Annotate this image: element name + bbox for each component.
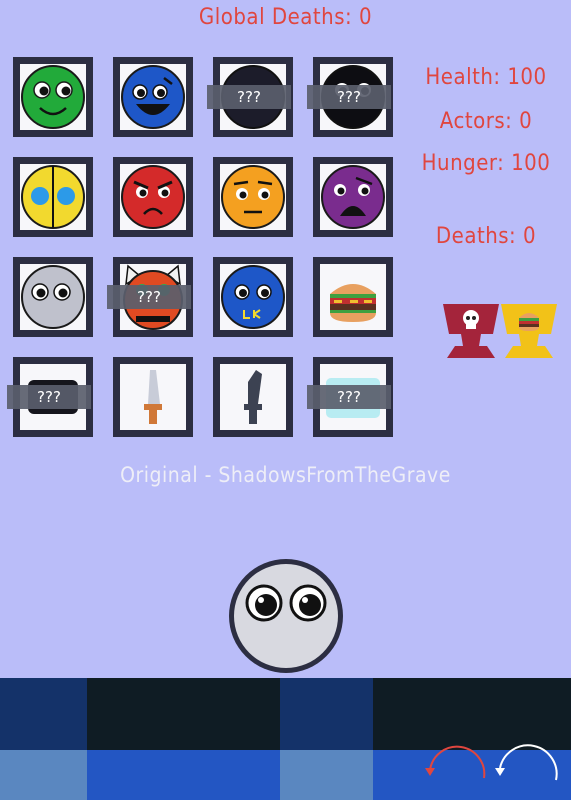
burger-trophy-icon <box>501 304 557 358</box>
locked-label: ??? <box>7 385 91 409</box>
rotate-left-icon[interactable] <box>420 738 486 800</box>
grid-cell-dark-knife-item[interactable] <box>213 357 293 437</box>
blue-grumpy-face-icon <box>221 265 285 329</box>
grid-cell-blue-grumpy-actor[interactable] <box>213 257 293 337</box>
grid-cell-orange-worried-actor[interactable] <box>213 157 293 237</box>
global-deaths-counter: Global Deaths: 0 <box>198 5 373 30</box>
locked-label: ??? <box>107 285 191 309</box>
grid-cell-green-smiley-actor[interactable] <box>13 57 93 137</box>
grid-cell-black-item[interactable]: ??? <box>7 357 93 437</box>
credit-text: Original - ShadowsFromTheGrave <box>120 463 451 487</box>
gray-face-icon <box>21 265 85 329</box>
grid-cell-yellow-actor[interactable] <box>13 157 93 237</box>
grid-cell-black-actor[interactable]: ??? <box>307 57 393 137</box>
grid-cell-red-angry-actor[interactable] <box>113 157 193 237</box>
burger-icon <box>330 284 376 322</box>
hunger-stat: Hunger: 100 <box>421 151 551 176</box>
floor-tile <box>280 750 373 800</box>
dark-knife-icon <box>244 370 262 424</box>
grid-cell-blue-grinning-actor[interactable] <box>113 57 193 137</box>
grid-cell-gray-actor[interactable] <box>13 257 93 337</box>
health-stat: Health: 100 <box>425 65 547 90</box>
actors-stat: Actors: 0 <box>439 109 533 134</box>
grid-cell-horned-red-actor[interactable]: ??? <box>107 257 193 337</box>
grid-cell-knife-item[interactable] <box>113 357 193 437</box>
floor-tile <box>280 678 373 750</box>
deaths-stat: Deaths: 0 <box>435 224 537 249</box>
green-smiley-face-icon <box>21 65 85 129</box>
player-character[interactable] <box>226 556 346 676</box>
knife-icon <box>144 370 162 424</box>
skull-trophy-icon <box>443 304 499 358</box>
grid-cell-burger-item[interactable] <box>313 257 393 337</box>
purple-shocked-face-icon <box>321 165 385 229</box>
locked-label: ??? <box>207 85 291 109</box>
orange-worried-face-icon <box>221 165 285 229</box>
rotate-right-icon[interactable] <box>490 738 562 800</box>
red-angry-face-icon <box>121 165 185 229</box>
grid-cell-light-blue-item[interactable]: ??? <box>307 357 393 437</box>
blue-grinning-face-icon <box>121 65 185 129</box>
grid-cell-purple-shocked-actor[interactable] <box>313 157 393 237</box>
yellow-face-icon <box>21 165 85 229</box>
locked-label: ??? <box>307 85 391 109</box>
floor-tile <box>0 678 87 750</box>
grid-cell-dark-actor[interactable]: ??? <box>207 57 293 137</box>
locked-label: ??? <box>307 385 391 409</box>
floor-tile <box>0 750 87 800</box>
